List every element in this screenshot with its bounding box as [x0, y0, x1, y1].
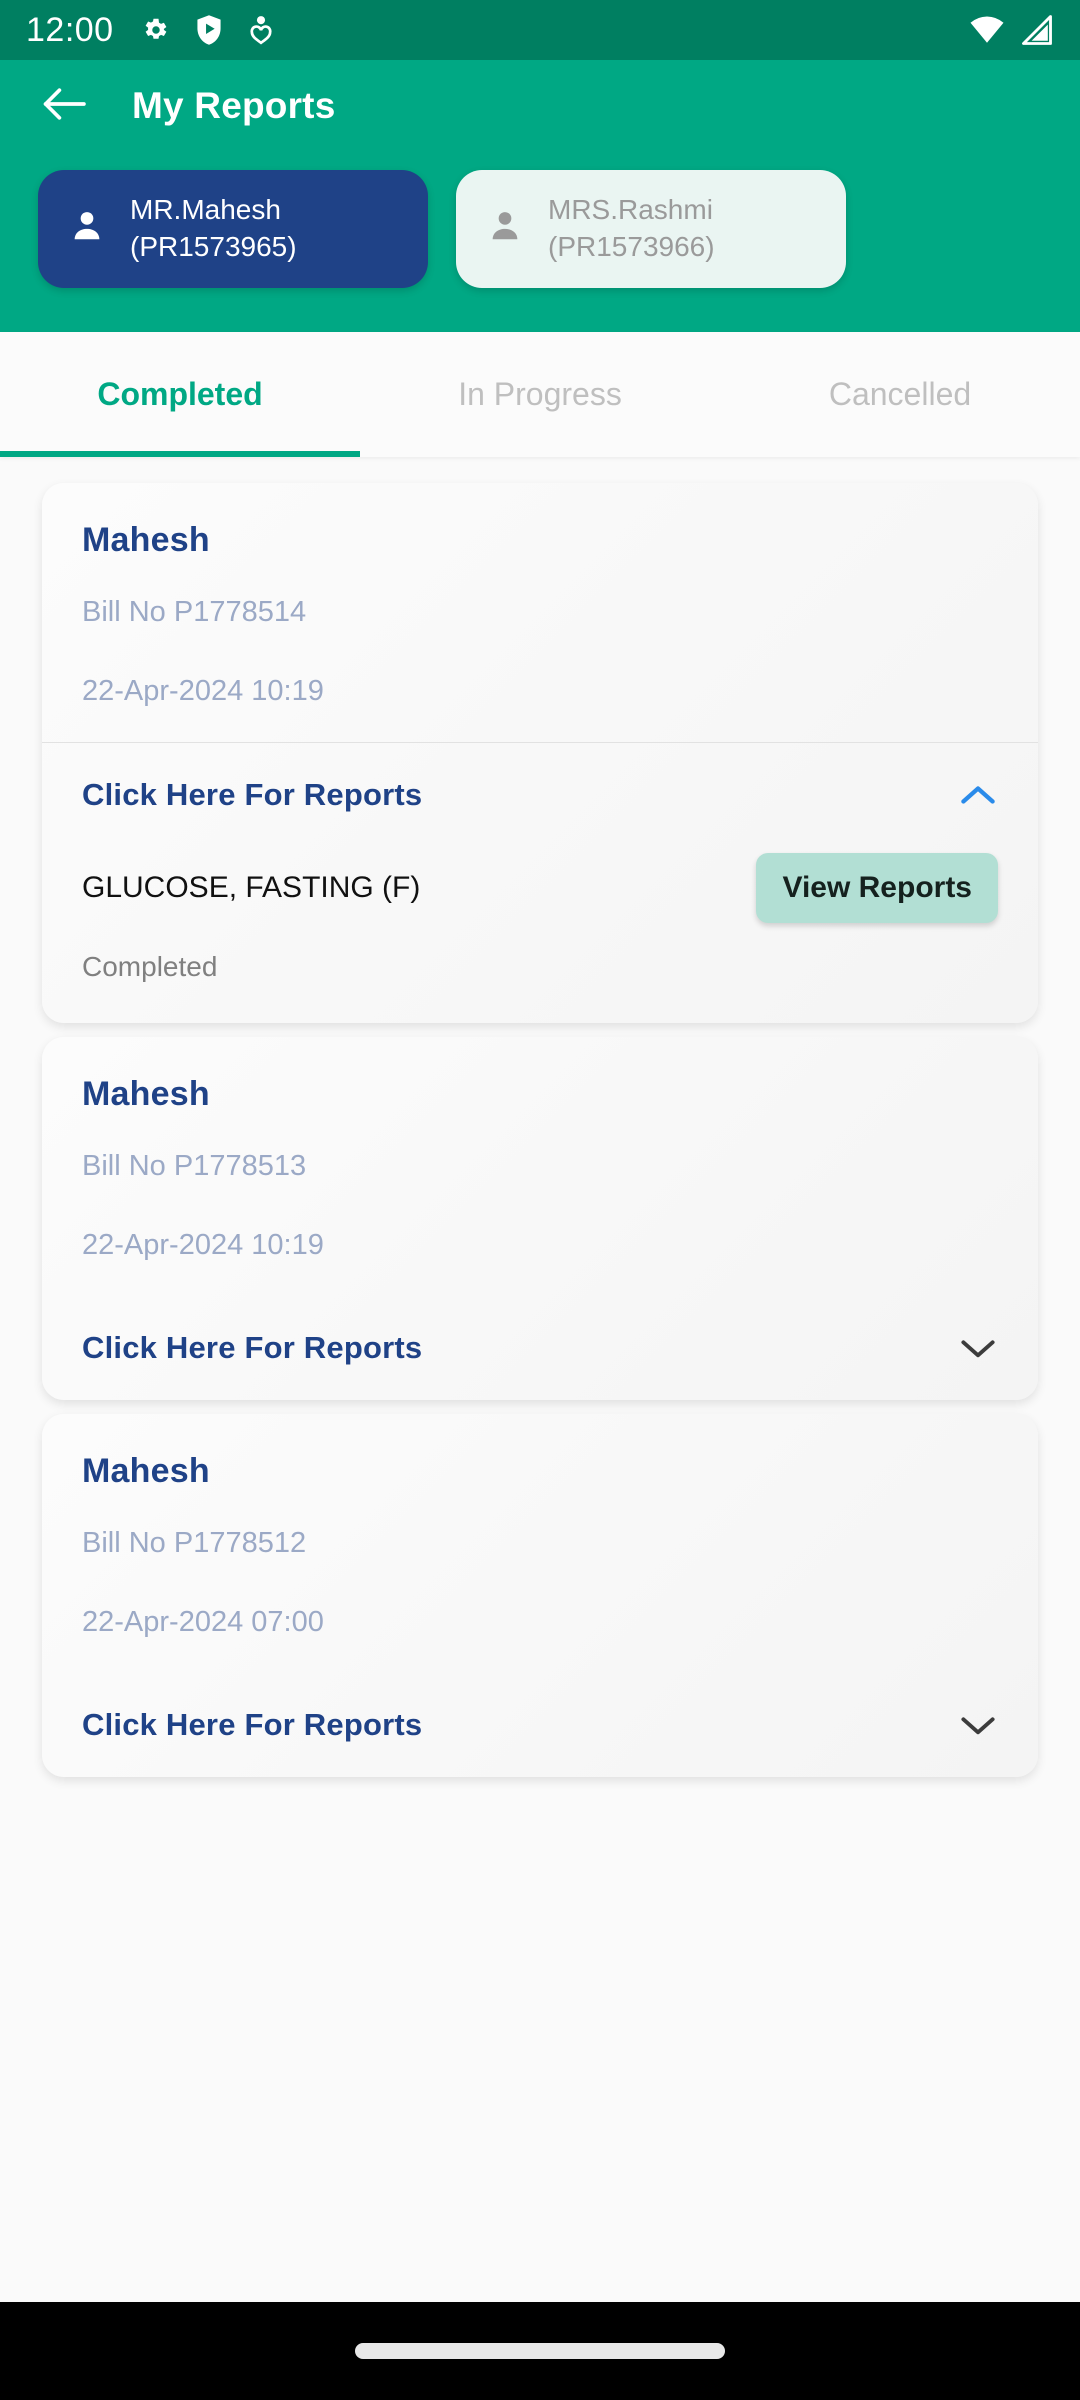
back-button[interactable]	[28, 70, 100, 142]
chevron-down-icon[interactable]	[958, 1335, 998, 1361]
patient-chip-name: MR.Mahesh	[130, 194, 281, 225]
status-clock: 12:00	[26, 10, 114, 49]
status-bar: 12:00	[0, 0, 1080, 60]
report-card[interactable]: Mahesh Bill No P1778512 22-Apr-2024 07:0…	[42, 1413, 1038, 1777]
gear-icon	[140, 15, 170, 45]
report-expand-toggle[interactable]: Click Here For Reports	[42, 1673, 1038, 1777]
report-expand-toggle[interactable]: Click Here For Reports	[42, 1296, 1038, 1400]
report-test-row: GLUCOSE, FASTING (F) View Reports	[82, 852, 998, 923]
cellular-signal-icon	[1020, 15, 1054, 45]
view-reports-button[interactable]: View Reports	[756, 852, 998, 923]
person-heart-icon	[248, 14, 274, 46]
patient-chip-selected[interactable]: MR.Mahesh (PR1573965)	[38, 170, 428, 288]
chevron-down-icon[interactable]	[958, 1712, 998, 1738]
app-bar-top-row: My Reports	[0, 60, 1080, 152]
report-patient-name: Mahesh	[82, 1451, 210, 1490]
patient-chip-unselected[interactable]: MRS.Rashmi (PR1573966)	[456, 170, 846, 288]
gesture-nav-bar	[0, 2302, 1080, 2400]
app-screen: 12:00 My Reports MR.Mahesh (PR1573965) M…	[0, 0, 1080, 2400]
report-test-status: Completed	[82, 950, 218, 982]
chevron-up-icon[interactable]	[958, 782, 998, 808]
report-datetime: 22-Apr-2024 10:19	[82, 674, 324, 707]
arrow-left-icon	[41, 85, 87, 128]
report-card[interactable]: Mahesh Bill No P1778514 22-Apr-2024 10:1…	[42, 482, 1038, 1023]
report-test-list: GLUCOSE, FASTING (F) View Reports Comple…	[42, 847, 1038, 1023]
report-bill-no: Bill No P1778512	[82, 1526, 307, 1559]
status-tab-bar: Completed In Progress Cancelled	[0, 331, 1080, 457]
patient-chip-id: (PR1573966)	[548, 230, 715, 262]
report-expand-label: Click Here For Reports	[82, 1706, 423, 1742]
report-card[interactable]: Mahesh Bill No P1778513 22-Apr-2024 10:1…	[42, 1036, 1038, 1400]
report-patient-name: Mahesh	[82, 1074, 210, 1113]
person-icon	[68, 207, 106, 250]
patient-chip-label: MR.Mahesh (PR1573965)	[130, 192, 297, 266]
report-datetime: 22-Apr-2024 07:00	[82, 1605, 324, 1638]
reports-list[interactable]: Mahesh Bill No P1778514 22-Apr-2024 10:1…	[0, 456, 1080, 2302]
report-expand-label: Click Here For Reports	[82, 776, 423, 812]
report-datetime: 22-Apr-2024 10:19	[82, 1228, 324, 1261]
home-indicator-pill[interactable]	[355, 2343, 725, 2359]
play-protect-shield-icon	[194, 14, 224, 46]
app-bar: My Reports MR.Mahesh (PR1573965) MRS.Ras…	[0, 60, 1080, 332]
status-system-icons	[968, 15, 1054, 45]
tab-completed[interactable]: Completed	[0, 332, 360, 457]
tab-cancelled[interactable]: Cancelled	[720, 332, 1080, 457]
person-icon	[486, 207, 524, 250]
patient-chip-name: MRS.Rashmi	[548, 194, 713, 225]
report-card-header: Mahesh Bill No P1778512 22-Apr-2024 07:0…	[42, 1414, 1038, 1673]
report-bill-no: Bill No P1778513	[82, 1149, 307, 1182]
report-expand-label: Click Here For Reports	[82, 1329, 423, 1365]
report-expand-toggle[interactable]: Click Here For Reports	[42, 743, 1038, 847]
status-notification-icons	[140, 14, 274, 46]
report-patient-name: Mahesh	[82, 520, 210, 559]
tab-in-progress[interactable]: In Progress	[360, 332, 720, 457]
report-card-header: Mahesh Bill No P1778513 22-Apr-2024 10:1…	[42, 1037, 1038, 1296]
patient-selector: MR.Mahesh (PR1573965) MRS.Rashmi (PR1573…	[0, 152, 1080, 332]
report-card-header: Mahesh Bill No P1778514 22-Apr-2024 10:1…	[42, 483, 1038, 742]
wifi-icon	[968, 15, 1006, 45]
page-title: My Reports	[132, 85, 336, 126]
report-test-name: GLUCOSE, FASTING (F)	[82, 870, 421, 904]
report-bill-no: Bill No P1778514	[82, 595, 307, 628]
patient-chip-label: MRS.Rashmi (PR1573966)	[548, 192, 715, 266]
patient-chip-id: (PR1573965)	[130, 230, 297, 262]
